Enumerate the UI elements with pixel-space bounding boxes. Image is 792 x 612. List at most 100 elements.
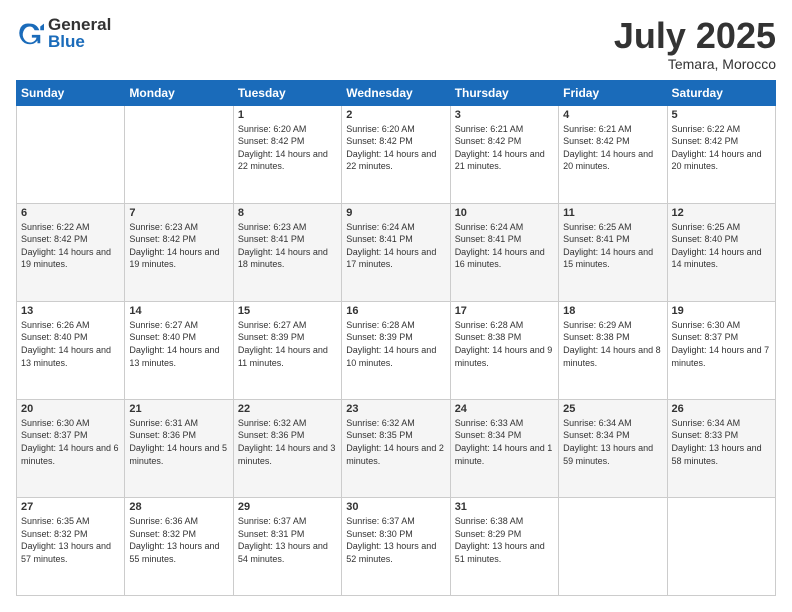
day-of-week-header: Saturday — [667, 80, 775, 105]
calendar-cell — [17, 105, 125, 203]
calendar-cell: 29 Sunrise: 6:37 AMSunset: 8:31 PMDayligh… — [233, 497, 341, 595]
calendar-cell: 27 Sunrise: 6:35 AMSunset: 8:32 PMDayligh… — [17, 497, 125, 595]
cell-content: Sunrise: 6:35 AMSunset: 8:32 PMDaylight:… — [21, 515, 120, 565]
day-number: 3 — [455, 109, 554, 121]
logo-general: General — [48, 16, 111, 33]
logo-icon — [16, 19, 44, 47]
calendar-cell: 14 Sunrise: 6:27 AMSunset: 8:40 PMDayligh… — [125, 301, 233, 399]
calendar-week-row: 20Sunrise: 6:30 AMSunset: 8:37 PMDayligh… — [17, 399, 776, 497]
day-number: 28 — [129, 501, 228, 513]
location-subtitle: Temara, Morocco — [614, 56, 776, 72]
cell-content: Sunrise: 6:33 AMSunset: 8:34 PMDaylight:… — [455, 417, 554, 467]
cell-content: Sunrise: 6:25 AMSunset: 8:40 PMDaylight:… — [672, 221, 771, 271]
day-number: 4 — [563, 109, 662, 121]
day-number: 17 — [455, 305, 554, 317]
day-number: 15 — [238, 305, 337, 317]
calendar-cell: 18 Sunrise: 6:29 AMSunset: 8:38 PMDayligh… — [559, 301, 667, 399]
calendar-cell: 17 Sunrise: 6:28 AMSunset: 8:38 PMDayligh… — [450, 301, 558, 399]
cell-content: Sunrise: 6:22 AMSunset: 8:42 PMDaylight:… — [21, 221, 120, 271]
cell-content: Sunrise: 6:32 AMSunset: 8:36 PMDaylight:… — [238, 417, 337, 467]
calendar-cell: 6 Sunrise: 6:22 AMSunset: 8:42 PMDaylight… — [17, 203, 125, 301]
calendar-cell: 20Sunrise: 6:30 AMSunset: 8:37 PMDayligh… — [17, 399, 125, 497]
cell-content: Sunrise: 6:27 AMSunset: 8:39 PMDaylight:… — [238, 319, 337, 369]
cell-content: Sunrise: 6:38 AMSunset: 8:29 PMDaylight:… — [455, 515, 554, 565]
cell-content: Sunrise: 6:22 AMSunset: 8:42 PMDaylight:… — [672, 123, 771, 173]
cell-content: Sunrise: 6:37 AMSunset: 8:31 PMDaylight:… — [238, 515, 337, 565]
day-number: 26 — [672, 403, 771, 415]
day-number: 8 — [238, 207, 337, 219]
day-number: 18 — [563, 305, 662, 317]
cell-content: Sunrise: 6:23 AMSunset: 8:41 PMDaylight:… — [238, 221, 337, 271]
calendar-cell: 24 Sunrise: 6:33 AMSunset: 8:34 PMDayligh… — [450, 399, 558, 497]
title-block: July 2025 Temara, Morocco — [614, 16, 776, 72]
day-number: 13 — [21, 305, 120, 317]
cell-content: Sunrise: 6:27 AMSunset: 8:40 PMDaylight:… — [129, 319, 228, 369]
calendar-cell: 23 Sunrise: 6:32 AMSunset: 8:35 PMDayligh… — [342, 399, 450, 497]
cell-content: Sunrise: 6:25 AMSunset: 8:41 PMDaylight:… — [563, 221, 662, 271]
calendar-cell: 15 Sunrise: 6:27 AMSunset: 8:39 PMDayligh… — [233, 301, 341, 399]
cell-content: Sunrise: 6:21 AMSunset: 8:42 PMDaylight:… — [455, 123, 554, 173]
calendar-cell: 5 Sunrise: 6:22 AMSunset: 8:42 PMDaylight… — [667, 105, 775, 203]
cell-content: Sunrise: 6:29 AMSunset: 8:38 PMDaylight:… — [563, 319, 662, 369]
day-number: 21 — [129, 403, 228, 415]
calendar-cell: 16Sunrise: 6:28 AMSunset: 8:39 PMDayligh… — [342, 301, 450, 399]
calendar-cell: 26 Sunrise: 6:34 AMSunset: 8:33 PMDayligh… — [667, 399, 775, 497]
day-of-week-header: Wednesday — [342, 80, 450, 105]
calendar-table: SundayMondayTuesdayWednesdayThursdayFrid… — [16, 80, 776, 596]
day-number: 7 — [129, 207, 228, 219]
cell-content: Sunrise: 6:26 AMSunset: 8:40 PMDaylight:… — [21, 319, 120, 369]
day-number: 29 — [238, 501, 337, 513]
day-number: 27 — [21, 501, 120, 513]
cell-content: Sunrise: 6:20 AMSunset: 8:42 PMDaylight:… — [346, 123, 445, 173]
calendar-cell — [125, 105, 233, 203]
calendar-header-row: SundayMondayTuesdayWednesdayThursdayFrid… — [17, 80, 776, 105]
calendar-cell: 25 Sunrise: 6:34 AMSunset: 8:34 PMDayligh… — [559, 399, 667, 497]
calendar-cell: 12 Sunrise: 6:25 AMSunset: 8:40 PMDayligh… — [667, 203, 775, 301]
cell-content: Sunrise: 6:34 AMSunset: 8:33 PMDaylight:… — [672, 417, 771, 467]
day-number: 14 — [129, 305, 228, 317]
calendar-cell: 31 Sunrise: 6:38 AMSunset: 8:29 PMDayligh… — [450, 497, 558, 595]
calendar-cell: 10Sunrise: 6:24 AMSunset: 8:41 PMDayligh… — [450, 203, 558, 301]
day-number: 6 — [21, 207, 120, 219]
calendar-cell: 1Sunrise: 6:20 AMSunset: 8:42 PMDaylight… — [233, 105, 341, 203]
logo-text: General Blue — [48, 16, 111, 50]
cell-content: Sunrise: 6:21 AMSunset: 8:42 PMDaylight:… — [563, 123, 662, 173]
calendar-cell — [667, 497, 775, 595]
calendar-cell: 21 Sunrise: 6:31 AMSunset: 8:36 PMDayligh… — [125, 399, 233, 497]
day-number: 31 — [455, 501, 554, 513]
day-of-week-header: Thursday — [450, 80, 558, 105]
day-number: 23 — [346, 403, 445, 415]
calendar-week-row: 1 Sunrise: 6:20 AMSunset: 8:42 PMDaylight… — [17, 105, 776, 203]
day-number: 5 — [672, 109, 771, 121]
calendar-cell: 3 Sunrise: 6:21 AMSunset: 8:42 PMDaylight… — [450, 105, 558, 203]
day-of-week-header: Monday — [125, 80, 233, 105]
day-of-week-header: Sunday — [17, 80, 125, 105]
day-number: 11 — [563, 207, 662, 219]
day-number: 30 — [346, 501, 445, 513]
calendar-cell: 4 Sunrise: 6:21 AMSunset: 8:42 PMDaylight… — [559, 105, 667, 203]
calendar-cell: 2 Sunrise: 6:20 AMSunset: 8:42 PMDaylight… — [342, 105, 450, 203]
day-number: 2 — [346, 109, 445, 121]
cell-content: Sunrise: 6:34 AMSunset: 8:34 PMDaylight:… — [563, 417, 662, 467]
calendar-week-row: 6 Sunrise: 6:22 AMSunset: 8:42 PMDaylight… — [17, 203, 776, 301]
cell-content: Sunrise: 6:28 AMSunset: 8:38 PMDaylight:… — [455, 319, 554, 369]
calendar-cell: 7Sunrise: 6:23 AMSunset: 8:42 PMDaylight… — [125, 203, 233, 301]
day-number: 24 — [455, 403, 554, 415]
day-number: 1 — [238, 109, 337, 121]
cell-content: Sunrise: 6:31 AMSunset: 8:36 PMDaylight:… — [129, 417, 228, 467]
cell-content: Sunrise: 6:36 AMSunset: 8:32 PMDaylight:… — [129, 515, 228, 565]
calendar-cell: 13 Sunrise: 6:26 AMSunset: 8:40 PMDayligh… — [17, 301, 125, 399]
month-title: July 2025 — [614, 16, 776, 56]
day-of-week-header: Friday — [559, 80, 667, 105]
cell-content: Sunrise: 6:24 AMSunset: 8:41 PMDaylight:… — [455, 221, 554, 271]
day-number: 12 — [672, 207, 771, 219]
calendar-week-row: 13 Sunrise: 6:26 AMSunset: 8:40 PMDayligh… — [17, 301, 776, 399]
calendar-cell — [559, 497, 667, 595]
cell-content: Sunrise: 6:37 AMSunset: 8:30 PMDaylight:… — [346, 515, 445, 565]
cell-content: Sunrise: 6:24 AMSunset: 8:41 PMDaylight:… — [346, 221, 445, 271]
day-of-week-header: Tuesday — [233, 80, 341, 105]
calendar-cell: 30 Sunrise: 6:37 AMSunset: 8:30 PMDayligh… — [342, 497, 450, 595]
cell-content: Sunrise: 6:32 AMSunset: 8:35 PMDaylight:… — [346, 417, 445, 467]
calendar-cell: 8 Sunrise: 6:23 AMSunset: 8:41 PMDaylight… — [233, 203, 341, 301]
day-number: 25 — [563, 403, 662, 415]
